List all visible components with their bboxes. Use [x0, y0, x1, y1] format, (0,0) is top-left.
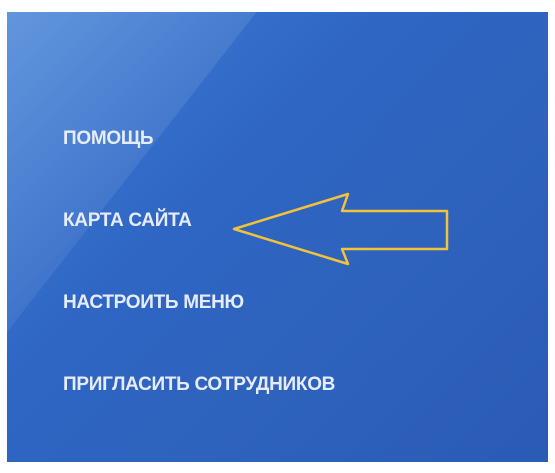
menu-item-help[interactable]: ПОМОЩЬ	[63, 125, 335, 207]
menu-list: ПОМОЩЬ КАРТА САЙТА НАСТРОИТЬ МЕНЮ ПРИГЛА…	[63, 125, 335, 453]
screenshot-frame: ПОМОЩЬ КАРТА САЙТА НАСТРОИТЬ МЕНЮ ПРИГЛА…	[0, 0, 555, 473]
menu-item-invite-employees[interactable]: ПРИГЛАСИТЬ СОТРУДНИКОВ	[63, 371, 335, 453]
menu-item-customize-menu[interactable]: НАСТРОИТЬ МЕНЮ	[63, 289, 335, 371]
menu-item-site-map[interactable]: КАРТА САЙТА	[63, 207, 335, 289]
menu-panel: ПОМОЩЬ КАРТА САЙТА НАСТРОИТЬ МЕНЮ ПРИГЛА…	[7, 12, 548, 462]
